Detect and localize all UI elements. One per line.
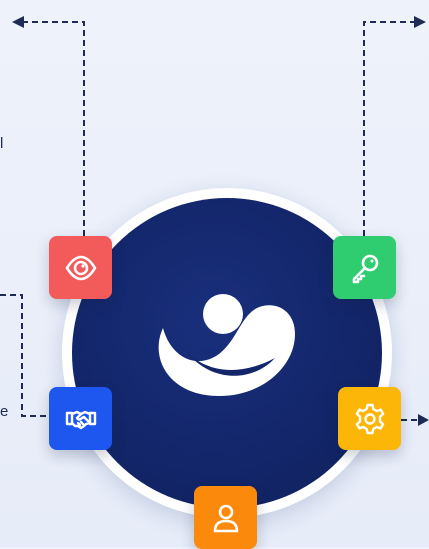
arrow-right-icon [418,414,429,426]
cropped-label-top: l [0,135,4,152]
connector-access [363,21,414,236]
partner-node[interactable] [49,387,112,450]
user-icon [213,504,238,532]
eye-icon [65,255,96,280]
connector-partner [21,404,49,417]
arrow-left-icon [12,16,24,28]
user-node[interactable] [194,486,257,549]
key-icon [352,254,378,283]
connector-partner-top [0,294,23,400]
connection-diagram: l e [0,0,429,549]
settings-node[interactable] [338,387,401,450]
cropped-label-bottom: e [0,403,9,420]
brand-swoosh-icon [158,294,295,396]
handshake-icon [65,410,96,429]
view-node[interactable] [49,236,112,299]
gear-icon [355,403,384,434]
connector-view [22,21,85,236]
arrow-right-icon [414,16,426,28]
access-node[interactable] [333,236,396,299]
